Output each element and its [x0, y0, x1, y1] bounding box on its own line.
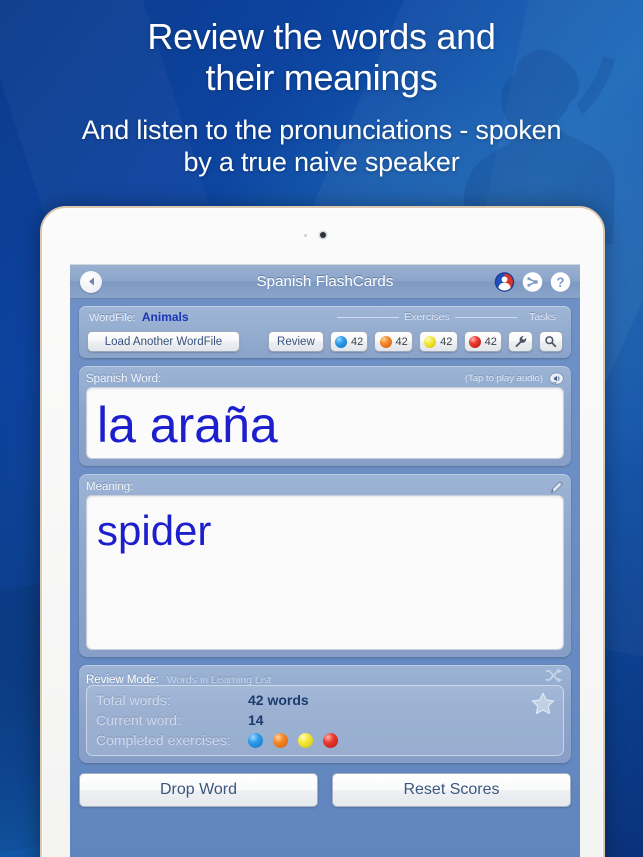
exercise-count: 42 — [484, 335, 497, 348]
exercises-header: Exercises — [337, 311, 518, 323]
rule-right — [454, 316, 518, 318]
back-arrow-icon — [88, 277, 94, 286]
meaning-caption: Meaning: — [86, 480, 134, 493]
toolbar-button-bar: Load Another WordFile Review 42 42 42 42 — [87, 331, 563, 352]
app-navbar: Spanish FlashCards ? — [70, 265, 580, 299]
wordfile-label-row: WordFile: Animals — [89, 310, 189, 324]
yellow-dot-icon — [424, 335, 437, 348]
bottom-button-bar: Drop Word Reset Scores — [79, 773, 571, 807]
spanish-word-field[interactable]: la araña — [86, 387, 564, 459]
tap-to-play-hint: (Tap to play audio) — [464, 373, 543, 384]
exercise-button-orange[interactable]: 42 — [374, 331, 413, 352]
promo-headlines: Review the words and their meanings And … — [0, 0, 643, 178]
blue-dot-icon — [335, 335, 347, 348]
svg-text:?: ? — [556, 274, 564, 289]
back-button[interactable] — [80, 270, 102, 293]
load-wordfile-button[interactable]: Load Another WordFile — [87, 331, 240, 352]
profile-flag-icon[interactable] — [494, 271, 515, 292]
navbar-icon-group: ? — [494, 271, 571, 292]
orange-dot-icon — [273, 732, 288, 748]
completed-exercises-dots — [248, 732, 338, 748]
review-mode-panel: Review Mode: Words in Learning List Tota… — [79, 665, 571, 763]
stat-value: 42 words — [248, 692, 309, 708]
meaning-panel: Meaning: spider — [79, 474, 571, 657]
spanish-word-panel: Spanish Word: (Tap to play audio) la ara… — [79, 366, 571, 466]
blue-dot-icon — [248, 732, 263, 748]
reset-scores-button[interactable]: Reset Scores — [332, 773, 571, 807]
stat-key: Current word: — [96, 712, 181, 728]
completed-exercises-row: Completed exercises: — [96, 730, 554, 750]
shuffle-icon — [545, 668, 563, 683]
exercises-header-label: Exercises — [404, 311, 450, 323]
stat-key: Total words: — [96, 692, 171, 708]
yellow-dot-icon — [298, 732, 313, 748]
subhead-line-1: And listen to the pronunciations - spoke… — [81, 115, 562, 145]
exercise-count: 42 — [351, 335, 364, 348]
headline-line-2: their meanings — [205, 57, 438, 98]
rule-left — [337, 316, 400, 318]
stats-box: Total words: 42 words Current word: 14 C… — [86, 685, 564, 756]
camera-dot — [303, 232, 326, 238]
wrench-icon — [515, 335, 526, 348]
search-task-button[interactable] — [538, 331, 563, 352]
speaker-icon[interactable] — [549, 371, 564, 386]
drop-word-button[interactable]: Drop Word — [79, 773, 318, 807]
help-question-icon[interactable]: ? — [550, 271, 571, 292]
spanish-word-caption: Spanish Word: — [86, 372, 162, 385]
completed-exercises-label: Completed exercises: — [96, 732, 231, 748]
subhead-line-2: by a true naive speaker — [183, 147, 460, 177]
review-mode-header: Review Mode: Words in Learning List — [86, 668, 564, 686]
orange-dot-icon — [379, 335, 392, 348]
app-screen: Spanish FlashCards ? WordFile: Animals E… — [70, 264, 580, 857]
meaning-header: Meaning: — [86, 478, 564, 495]
wordfile-toolbar-panel: WordFile: Animals Exercises Tasks Load A… — [79, 306, 571, 358]
star-icon — [531, 692, 555, 715]
review-button[interactable]: Review — [267, 331, 324, 352]
magnifier-icon — [545, 336, 557, 348]
wordfile-label: WordFile: — [89, 312, 136, 324]
red-dot-icon — [323, 732, 338, 748]
exercise-count: 42 — [395, 335, 408, 348]
promo-background: Review the words and their meanings And … — [0, 0, 643, 857]
stat-row: Current word: 14 — [96, 710, 554, 730]
stat-row: Total words: 42 words — [96, 690, 554, 710]
pencil-icon[interactable] — [550, 480, 564, 494]
exercise-button-red[interactable]: 42 — [463, 331, 503, 352]
share-icon[interactable] — [522, 271, 543, 292]
settings-task-button[interactable] — [508, 331, 533, 352]
tasks-header-label: Tasks — [529, 311, 556, 323]
stat-value: 14 — [248, 712, 264, 728]
tablet-device: Spanish FlashCards ? WordFile: Animals E… — [40, 206, 605, 857]
spanish-word-header: Spanish Word: (Tap to play audio) — [86, 370, 564, 387]
favorite-star-button[interactable] — [531, 692, 555, 720]
wordfile-value: Animals — [141, 310, 189, 324]
meaning-field[interactable]: spider — [86, 495, 564, 650]
red-dot-icon — [468, 335, 481, 348]
exercise-button-blue[interactable]: 42 — [329, 331, 369, 352]
headline-line-1: Review the words and — [147, 16, 496, 57]
exercise-button-yellow[interactable]: 42 — [418, 331, 458, 352]
exercise-count: 42 — [440, 335, 453, 348]
